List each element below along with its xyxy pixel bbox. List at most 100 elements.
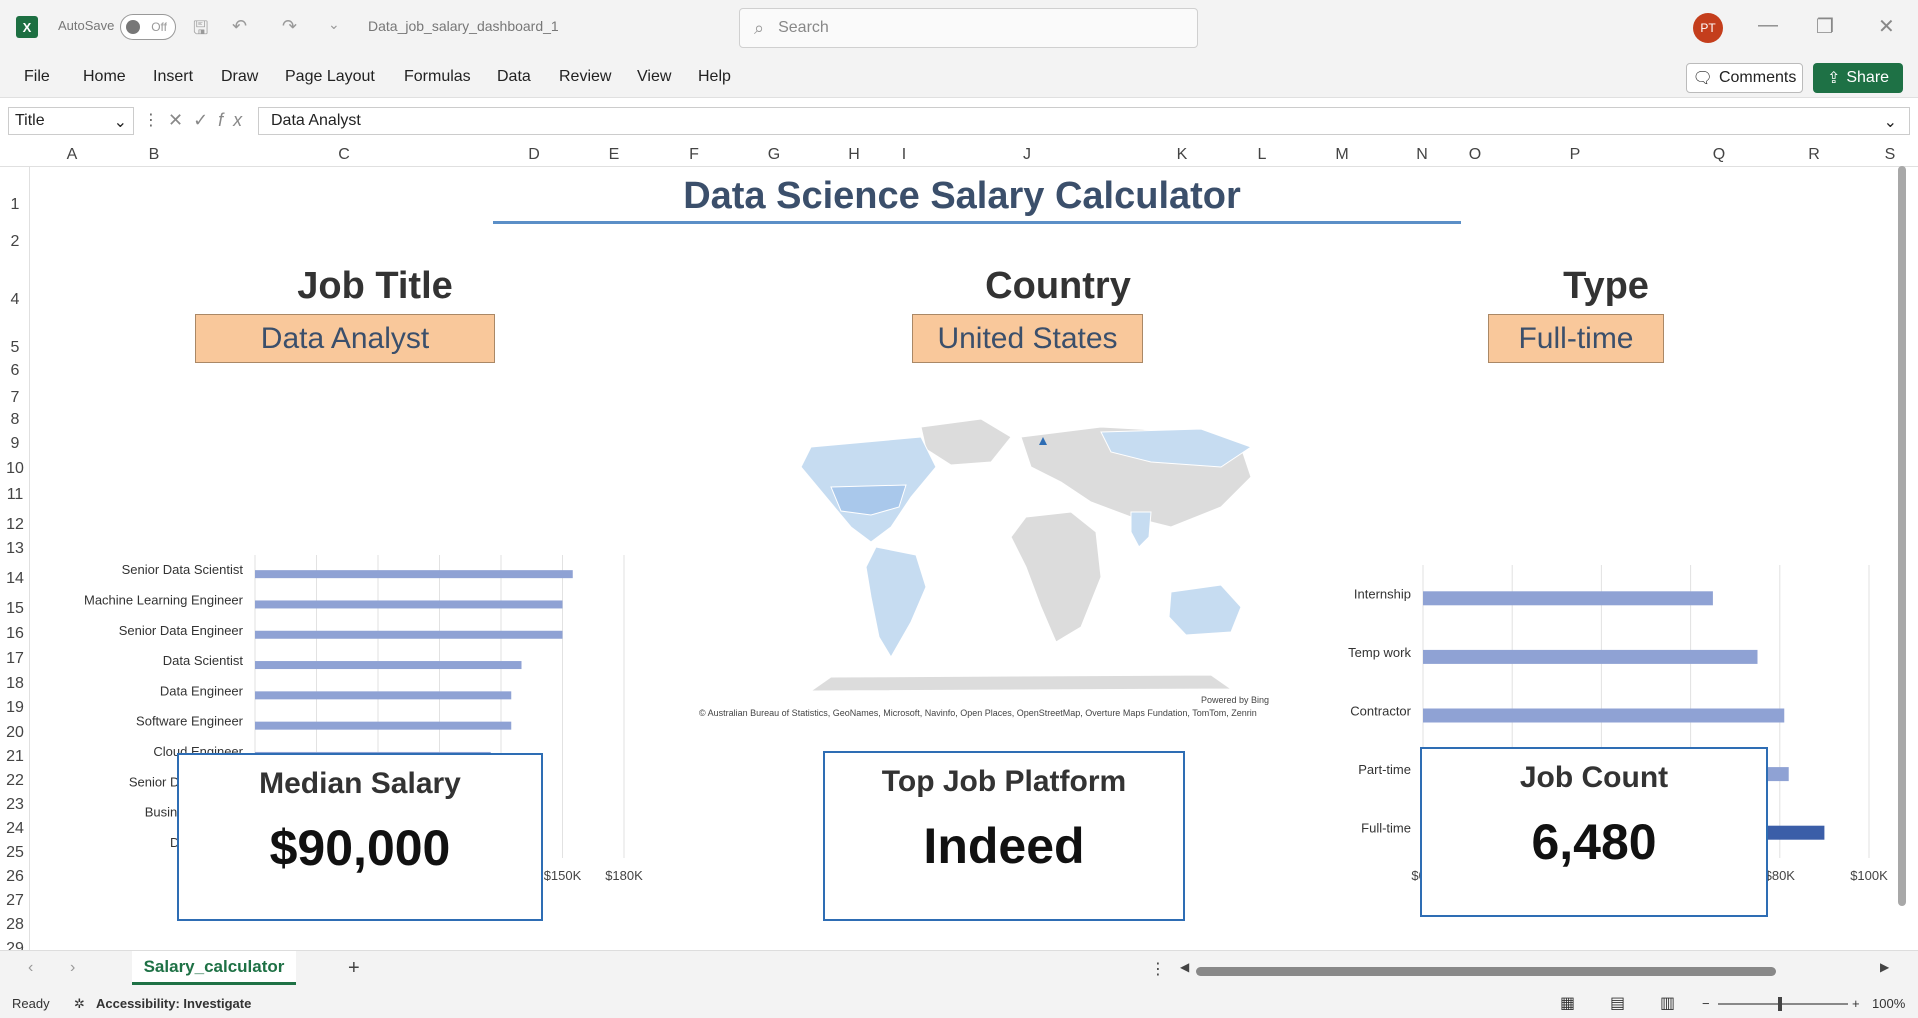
formula-action-icons[interactable]: ✕✓fx (168, 110, 252, 131)
next-sheet-icon[interactable]: › (70, 959, 75, 977)
comments-button[interactable]: 🗨 Comments (1686, 63, 1803, 93)
column-header[interactable]: N (1416, 146, 1428, 164)
minimize-icon[interactable]: — (1758, 14, 1778, 37)
menu-draw[interactable]: Draw (221, 68, 258, 86)
page-break-view-icon[interactable]: ▥ (1660, 993, 1675, 1013)
undo-icon[interactable]: ↶ (232, 16, 247, 37)
row-header[interactable]: 5 (0, 339, 30, 357)
add-sheet-icon[interactable]: + (348, 957, 360, 980)
menu-insert[interactable]: Insert (153, 68, 193, 86)
column-header[interactable]: P (1570, 146, 1581, 164)
zoom-slider-thumb[interactable] (1778, 997, 1782, 1011)
save-icon[interactable]: 🖫 (193, 16, 208, 46)
row-header[interactable]: 21 (0, 748, 30, 766)
redo-icon[interactable]: ↷ (282, 16, 297, 37)
row-header[interactable]: 7 (0, 389, 30, 407)
row-header[interactable]: 27 (0, 892, 30, 910)
row-header[interactable]: 26 (0, 868, 30, 886)
menu-page-layout[interactable]: Page Layout (285, 68, 375, 86)
row-header[interactable]: 15 (0, 600, 30, 618)
world-map-chart[interactable] (771, 407, 1291, 697)
row-header[interactable]: 22 (0, 772, 30, 790)
formula-input[interactable]: Data Analyst ⌄ (258, 107, 1910, 135)
page-layout-view-icon[interactable]: ▤ (1610, 993, 1625, 1013)
row-header[interactable]: 6 (0, 362, 30, 380)
column-header[interactable]: R (1808, 146, 1820, 164)
column-header[interactable]: O (1469, 146, 1481, 164)
category-label: Senior Data Engineer (119, 623, 244, 638)
scroll-right-icon[interactable]: ▶ (1880, 960, 1889, 974)
sheet-tab-salary-calculator[interactable]: Salary_calculator (132, 951, 296, 985)
column-header[interactable]: I (902, 146, 906, 164)
country-selector[interactable]: United States (912, 314, 1143, 363)
menu-file[interactable]: File (24, 68, 50, 86)
row-header[interactable]: 17 (0, 650, 30, 668)
search-box[interactable]: ⌕ Search (739, 8, 1198, 48)
menu-review[interactable]: Review (559, 68, 611, 86)
menu-help[interactable]: Help (698, 68, 731, 86)
column-header[interactable]: J (1023, 146, 1031, 164)
file-name[interactable]: Data_job_salary_dashboard_1 (368, 18, 559, 34)
column-header[interactable]: L (1258, 146, 1267, 164)
vertical-scroll-thumb[interactable] (1898, 166, 1906, 906)
normal-view-icon[interactable]: ▦ (1560, 993, 1575, 1013)
type-selector[interactable]: Full-time (1488, 314, 1664, 363)
row-header[interactable]: 16 (0, 625, 30, 643)
vertical-scrollbar[interactable] (1896, 162, 1908, 952)
accessibility-status[interactable]: Accessibility: Investigate (96, 996, 251, 1011)
column-header[interactable]: D (528, 146, 540, 164)
row-header[interactable]: 4 (0, 291, 30, 309)
column-header[interactable]: Q (1713, 146, 1725, 164)
menu-formulas[interactable]: Formulas (404, 68, 471, 86)
column-header[interactable]: S (1885, 146, 1896, 164)
restore-icon[interactable]: ❐ (1816, 14, 1834, 39)
job-title-selector[interactable]: Data Analyst (195, 314, 495, 363)
more-options-icon[interactable]: ⋮ (143, 110, 159, 130)
zoom-out-icon[interactable]: − (1702, 996, 1710, 1011)
row-header[interactable]: 14 (0, 570, 30, 588)
column-header[interactable]: K (1177, 146, 1188, 164)
zoom-level[interactable]: 100% (1872, 996, 1905, 1011)
share-button[interactable]: ⇪ Share (1813, 63, 1903, 93)
column-header[interactable]: A (67, 146, 78, 164)
more-sheets-icon[interactable]: ⋮ (1150, 959, 1166, 979)
row-header[interactable]: 12 (0, 516, 30, 534)
menu-view[interactable]: View (637, 68, 671, 86)
avatar[interactable]: PT (1693, 13, 1723, 43)
menu-home[interactable]: Home (83, 68, 126, 86)
row-header[interactable]: 1 (0, 196, 30, 214)
row-header[interactable]: 18 (0, 675, 30, 693)
prev-sheet-icon[interactable]: ‹ (28, 959, 33, 977)
dashboard-title[interactable]: Data Science Salary Calculator (31, 175, 1893, 218)
row-header[interactable]: 8 (0, 411, 30, 429)
row-header[interactable]: 10 (0, 460, 30, 478)
row-header[interactable]: 24 (0, 820, 30, 838)
accessibility-icon: ✲ (74, 996, 85, 1011)
column-header[interactable]: E (609, 146, 620, 164)
column-header[interactable]: B (149, 146, 160, 164)
scroll-left-icon[interactable]: ◀ (1180, 960, 1189, 974)
column-header[interactable]: F (689, 146, 699, 164)
row-header[interactable]: 23 (0, 796, 30, 814)
expand-formula-icon[interactable]: ⌄ (1884, 112, 1897, 131)
row-header[interactable]: 9 (0, 435, 30, 453)
menu-data[interactable]: Data (497, 68, 531, 86)
close-icon[interactable]: ✕ (1878, 14, 1895, 39)
column-header[interactable]: G (768, 146, 780, 164)
zoom-in-icon[interactable]: + (1852, 996, 1860, 1011)
row-header[interactable]: 13 (0, 540, 30, 558)
row-header[interactable]: 25 (0, 844, 30, 862)
row-header[interactable]: 28 (0, 916, 30, 934)
column-header[interactable]: C (338, 146, 350, 164)
customize-toolbar-icon[interactable]: ⌄ (328, 16, 340, 33)
column-header[interactable]: H (848, 146, 860, 164)
autosave-toggle[interactable]: Off (120, 14, 176, 40)
row-header[interactable]: 2 (0, 233, 30, 251)
row-header[interactable]: 20 (0, 724, 30, 742)
column-header[interactable]: M (1335, 146, 1348, 164)
row-header[interactable]: 11 (0, 486, 30, 504)
zoom-slider[interactable] (1718, 1003, 1848, 1005)
row-header[interactable]: 19 (0, 699, 30, 717)
horizontal-scroll-thumb[interactable] (1196, 967, 1776, 976)
name-box[interactable]: Title ⌄ (8, 107, 134, 135)
